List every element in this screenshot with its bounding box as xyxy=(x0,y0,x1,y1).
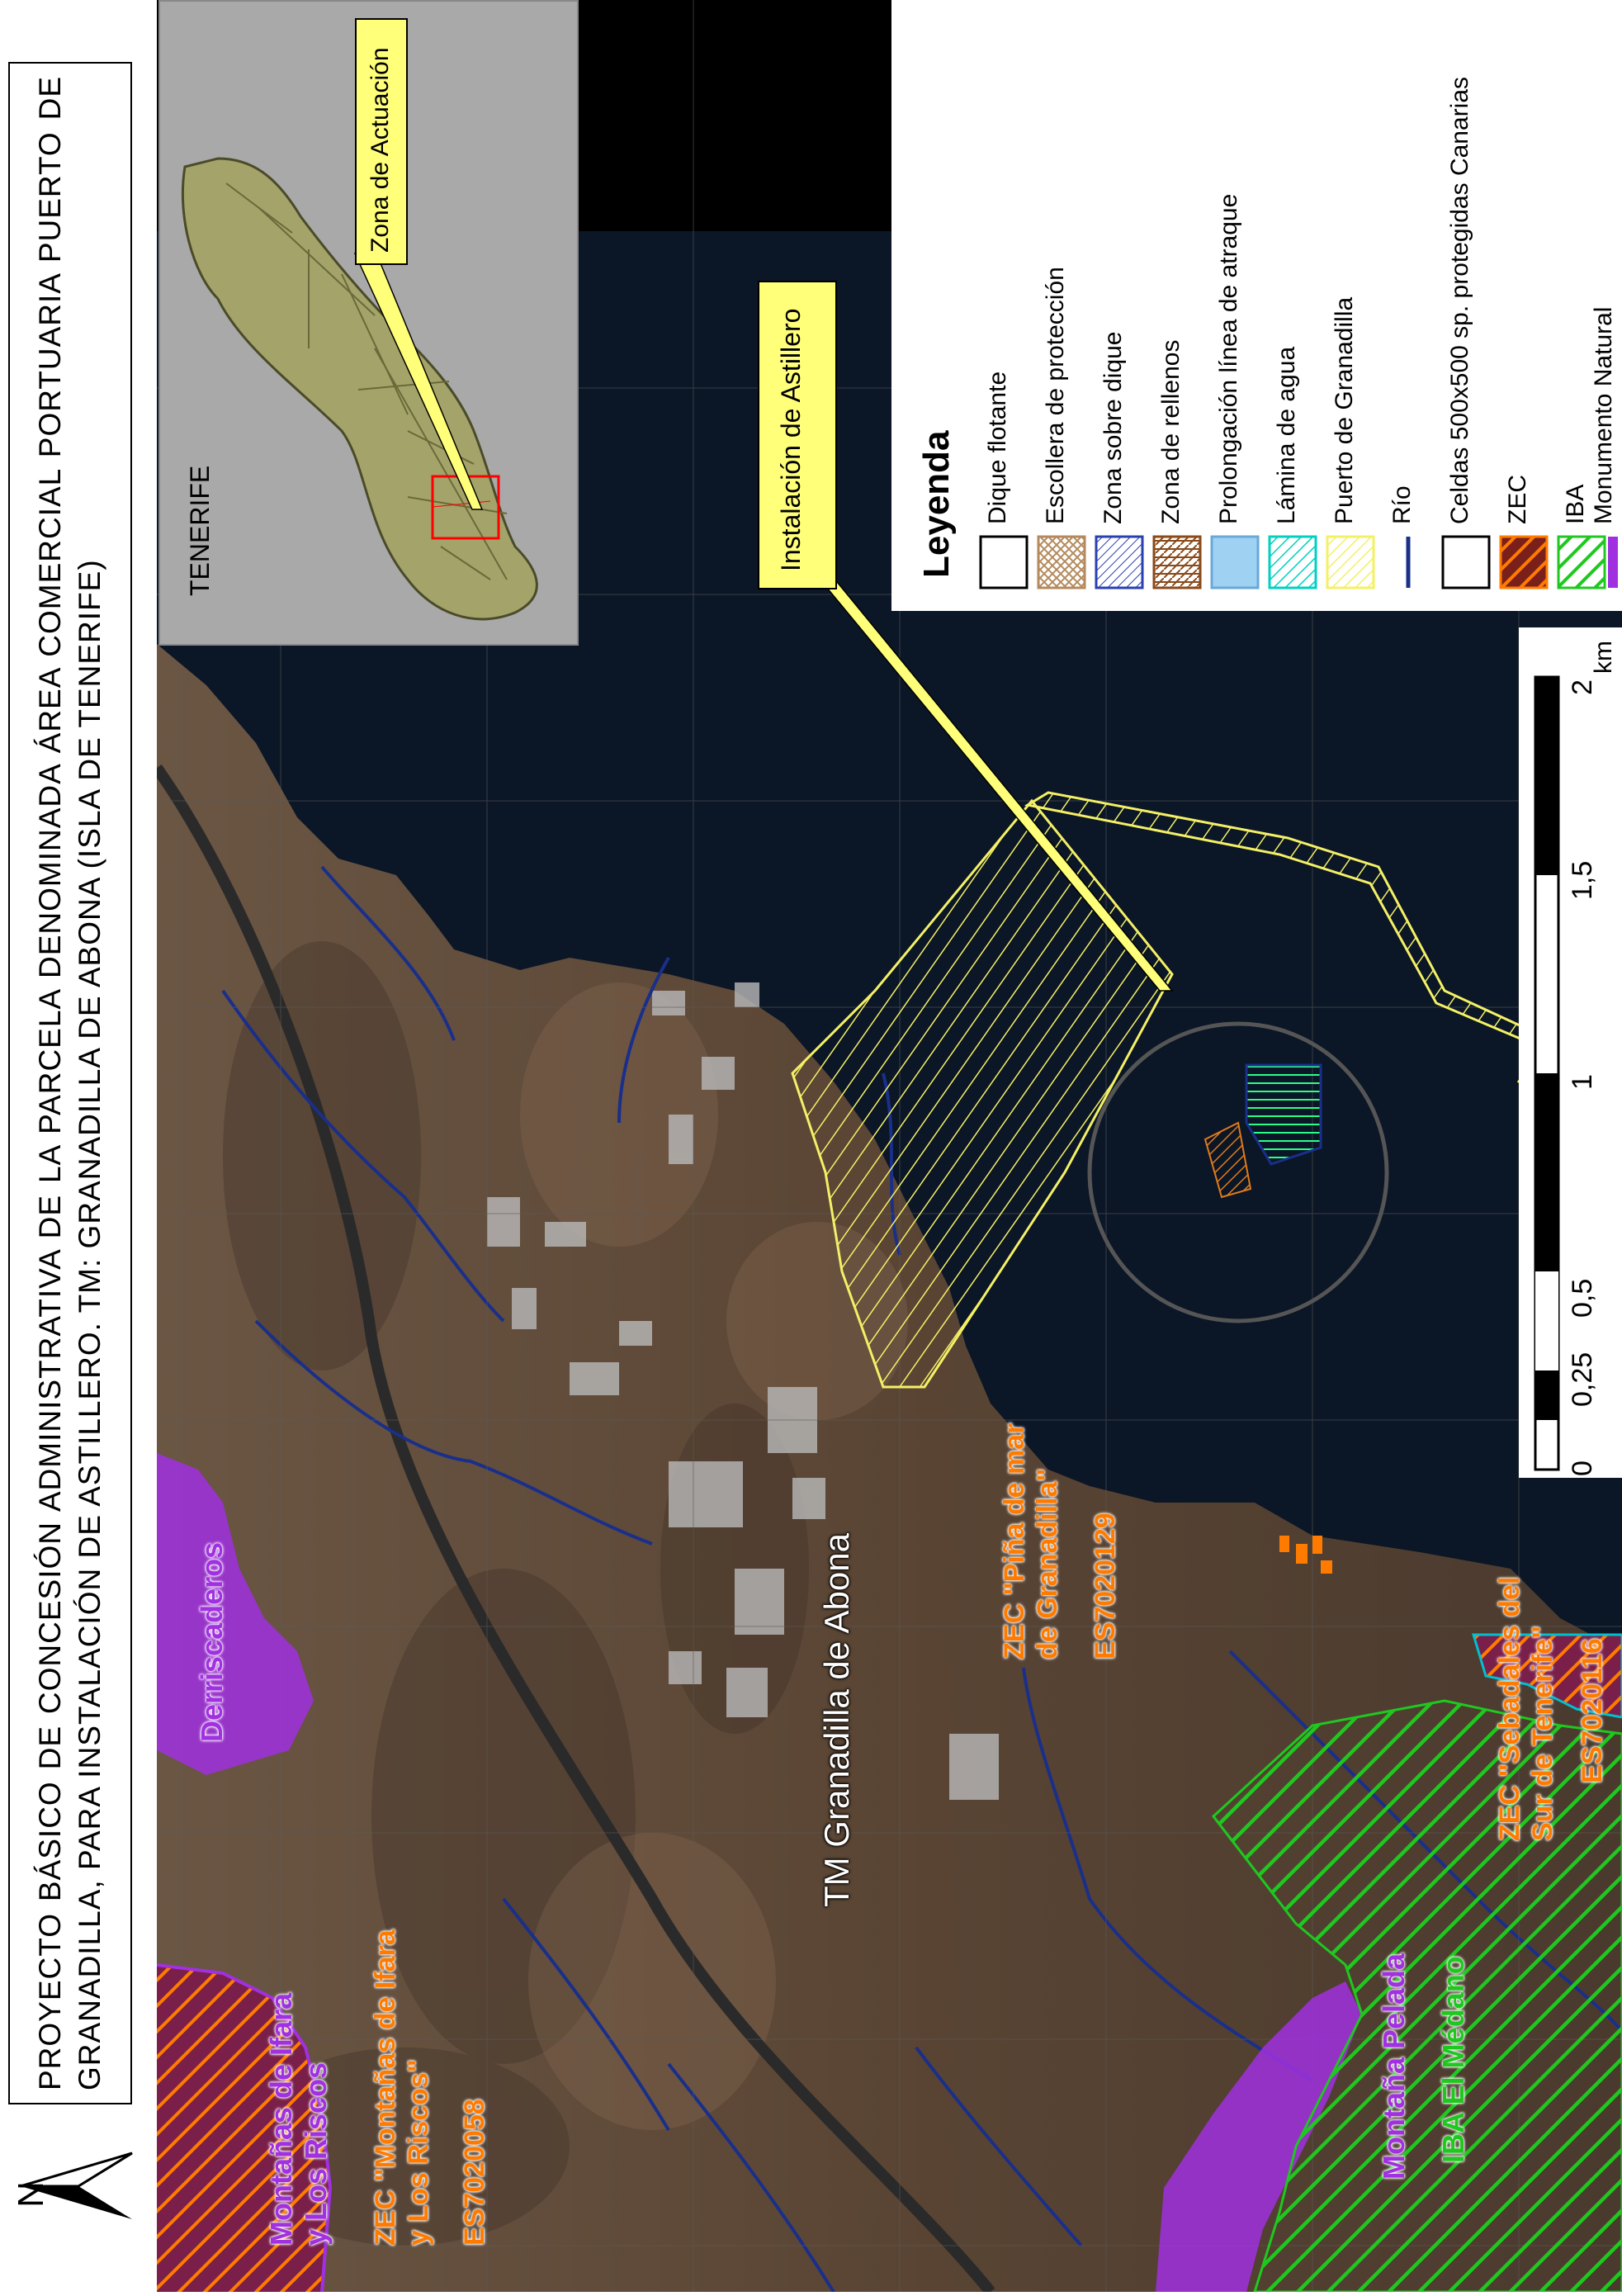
scale-tick-2: 2 xyxy=(1567,679,1598,695)
derriscaderos-label: Derriscaderos xyxy=(195,1541,229,1742)
inset-island-name: TENERIFE xyxy=(185,465,215,596)
ifara-mn-label-2: y Los Riscos xyxy=(299,2062,333,2246)
legend-item-label: Escollera de protección xyxy=(1042,267,1069,524)
north-label: N xyxy=(10,2181,51,2208)
north-arrow-icon xyxy=(20,2152,133,2219)
scale-tick-025: 0,25 xyxy=(1567,1352,1598,1407)
municipality-label: TM Granadilla de Abona xyxy=(817,1533,856,1907)
inset-zone-callout: Zona de Actuación xyxy=(355,18,408,265)
inset-map: Zona de Actuación TENERIFE xyxy=(158,0,579,646)
scale-bar-graphic xyxy=(1519,627,1622,1478)
legend-item-label: Celdas 500x500 sp. protegidas Canarias xyxy=(1446,76,1473,524)
inset-zone-label: Zona de Actuación xyxy=(366,47,394,253)
zec-pina-label-2: de Granadilla" xyxy=(1032,1468,1063,1659)
north-arrow-block: N xyxy=(0,2128,149,2292)
scale-tick-15: 1,5 xyxy=(1567,860,1598,900)
legend-item-label: IBA xyxy=(1562,484,1589,524)
zec-sebadales-code: ES7020116 xyxy=(1577,1638,1608,1783)
zec-sebadales-label-1: ZEC "Sebadales del xyxy=(1494,1576,1525,1841)
legend-item-label: Lámina de agua xyxy=(1273,346,1300,524)
astillero-label: Instalación de Astillero xyxy=(776,308,806,571)
legend-item-label: Río xyxy=(1388,485,1416,524)
legend-panel: Leyenda Dique flotante Escollera de prot… xyxy=(891,0,1622,611)
title-panel: PROYECTO BÁSICO DE CONCESIÓN ADMINISTRAT… xyxy=(8,62,132,2104)
map-sheet: PROYECTO BÁSICO DE CONCESIÓN ADMINISTRAT… xyxy=(0,0,1622,2292)
scale-unit: km xyxy=(1590,641,1617,674)
ifara-mn-label-1: Montañas de Ifara xyxy=(264,1992,298,2246)
legend-item-label: Prolongación línea de atraque xyxy=(1215,193,1242,524)
map-title: PROYECTO BÁSICO DE CONCESIÓN ADMINISTRAT… xyxy=(33,76,106,2090)
legend-item-label: Zona sobre dique xyxy=(1099,331,1127,525)
iba-medano-label: IBA El Médano xyxy=(1436,1956,1470,2163)
zec-sebadales-label-2: Sur de Tenerife" xyxy=(1527,1625,1558,1841)
astillero-callout: Instalación de Astillero xyxy=(758,281,837,589)
legend-item-label: Puerto de Granadilla xyxy=(1331,296,1358,524)
legend-item-label: ZEC xyxy=(1504,475,1531,524)
zec-pina-label-1: ZEC "Piña de mar xyxy=(999,1423,1030,1659)
legend-item-label: Zona de rellenos xyxy=(1157,339,1185,524)
scale-tick-1: 1 xyxy=(1567,1074,1598,1090)
legend-item-label: Dique flotante xyxy=(984,371,1011,524)
montana-pelada-label: Montaña Pelada xyxy=(1377,1953,1411,2180)
zec-ifara-code: ES7020058 xyxy=(459,2099,490,2246)
zec-ifara-label-1: ZEC "Montañas de Ifara xyxy=(370,1929,401,2246)
scale-tick-05: 0,5 xyxy=(1567,1278,1598,1318)
scale-bar: 0 0,25 0,5 1 1,5 2 km xyxy=(1519,627,1622,1478)
zec-ifara-label-2: y Los Riscos" xyxy=(403,2059,434,2246)
zec-pina-code: ES7020129 xyxy=(1090,1513,1121,1659)
scale-tick-0: 0 xyxy=(1567,1460,1598,1476)
legend-item-label: Monumento Natural xyxy=(1590,306,1617,524)
